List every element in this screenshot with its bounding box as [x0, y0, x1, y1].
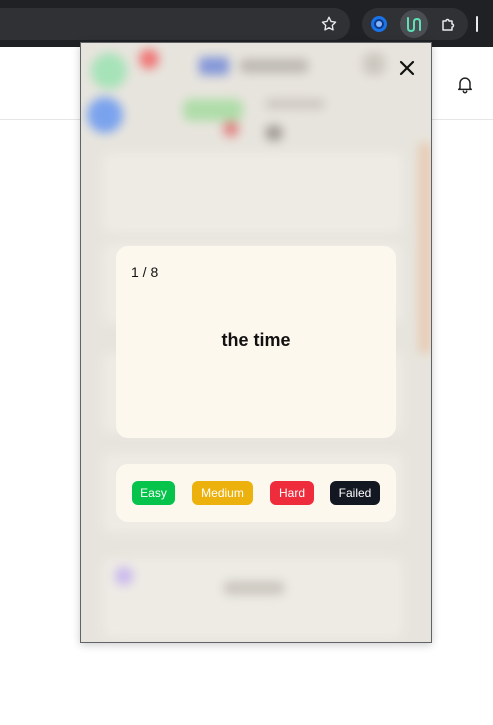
blurred-flag: [199, 57, 229, 75]
blurred-row-title: [223, 581, 285, 595]
toolbar-separator: [476, 16, 478, 32]
card-term: the time: [221, 330, 291, 350]
failed-button[interactable]: Failed: [330, 481, 380, 505]
extension-logo-icon[interactable]: [400, 10, 428, 38]
bell-icon[interactable]: [453, 72, 477, 96]
blurred-green-tag: [183, 99, 243, 121]
hard-button[interactable]: Hard: [270, 481, 314, 505]
card-counter: 1 / 8: [131, 264, 159, 280]
blurred-subtext: [265, 99, 325, 109]
blurred-row: [103, 153, 403, 233]
blurred-row: [103, 558, 403, 638]
rating-panel: Easy Medium Hard Failed: [116, 464, 396, 522]
extension-popup: 1 / 8 the time Easy Medium Hard Failed: [80, 42, 432, 643]
blurred-small-icon: [265, 125, 283, 141]
blurred-header-icon: [363, 53, 385, 75]
blurred-badge-red: [139, 49, 159, 69]
flashcard[interactable]: 1 / 8 the time: [116, 246, 396, 438]
close-button[interactable]: [395, 56, 419, 80]
close-icon: [399, 60, 415, 76]
blurred-header-text: [239, 59, 309, 73]
extension-globe-icon[interactable]: [365, 10, 393, 38]
blurred-avatar-green: [91, 53, 127, 89]
blurred-red-dot: [223, 121, 239, 137]
puzzle-icon[interactable]: [435, 10, 463, 38]
extensions-area: [362, 8, 468, 40]
easy-button[interactable]: Easy: [132, 481, 175, 505]
star-icon[interactable]: [317, 12, 341, 36]
blurred-side-strip: [419, 143, 431, 353]
blurred-avatar-blue: [87, 97, 123, 133]
address-bar[interactable]: [0, 8, 350, 40]
blurred-purple-icon: [115, 567, 133, 585]
browser-toolbar: [0, 0, 493, 47]
medium-button[interactable]: Medium: [192, 481, 253, 505]
